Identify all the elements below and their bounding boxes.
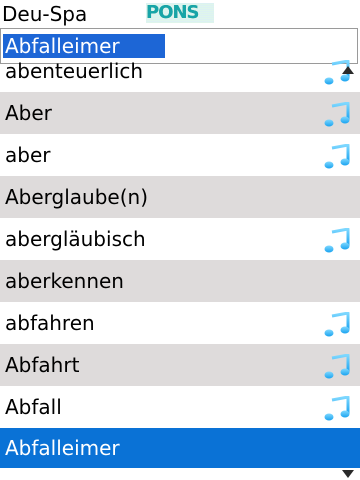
list-item-label: Aberglaube(n) bbox=[5, 185, 149, 209]
music-note-icon[interactable] bbox=[324, 394, 350, 421]
list-item-label: Abfahrt bbox=[5, 353, 80, 377]
list-item[interactable]: Aberglaube(n) bbox=[0, 176, 360, 218]
list-item-selected[interactable]: Abfalleimer bbox=[0, 428, 360, 468]
header-bar: Deu-Spa PONS bbox=[0, 0, 360, 28]
music-note-icon[interactable] bbox=[324, 142, 350, 169]
list-item[interactable]: Abfall bbox=[0, 386, 360, 428]
list-item-label: aber bbox=[5, 143, 51, 167]
pons-logo: PONS bbox=[146, 3, 214, 23]
list-item-label: Abfalleimer bbox=[5, 436, 120, 460]
list-item[interactable]: aberkennen bbox=[0, 260, 360, 302]
dictionary-direction-title: Deu-Spa bbox=[2, 2, 88, 26]
list-item[interactable]: abenteuerlich bbox=[0, 53, 360, 92]
list-item-label: abenteuerlich bbox=[5, 59, 144, 83]
music-note-icon[interactable] bbox=[324, 310, 350, 337]
music-note-icon[interactable] bbox=[324, 226, 350, 253]
list-item[interactable]: Abfahrt bbox=[0, 344, 360, 386]
list-item-label: abergläubisch bbox=[5, 227, 146, 251]
music-note-icon[interactable] bbox=[324, 352, 350, 379]
list-item[interactable]: aber bbox=[0, 134, 360, 176]
list-item[interactable]: Aber bbox=[0, 92, 360, 134]
list-item-label: aberkennen bbox=[5, 269, 124, 293]
list-item-label: Aber bbox=[5, 101, 52, 125]
scroll-down-arrow-icon[interactable] bbox=[342, 470, 354, 478]
word-list[interactable]: abenteuerlich Aber aber Aberglaube(n) ab… bbox=[0, 53, 360, 480]
scroll-up-arrow-icon[interactable] bbox=[342, 66, 354, 74]
list-item-label: Abfall bbox=[5, 395, 62, 419]
list-item[interactable]: abfahren bbox=[0, 302, 360, 344]
list-item-label: abfahren bbox=[5, 311, 95, 335]
list-item[interactable]: abergläubisch bbox=[0, 218, 360, 260]
music-note-icon[interactable] bbox=[324, 100, 350, 127]
